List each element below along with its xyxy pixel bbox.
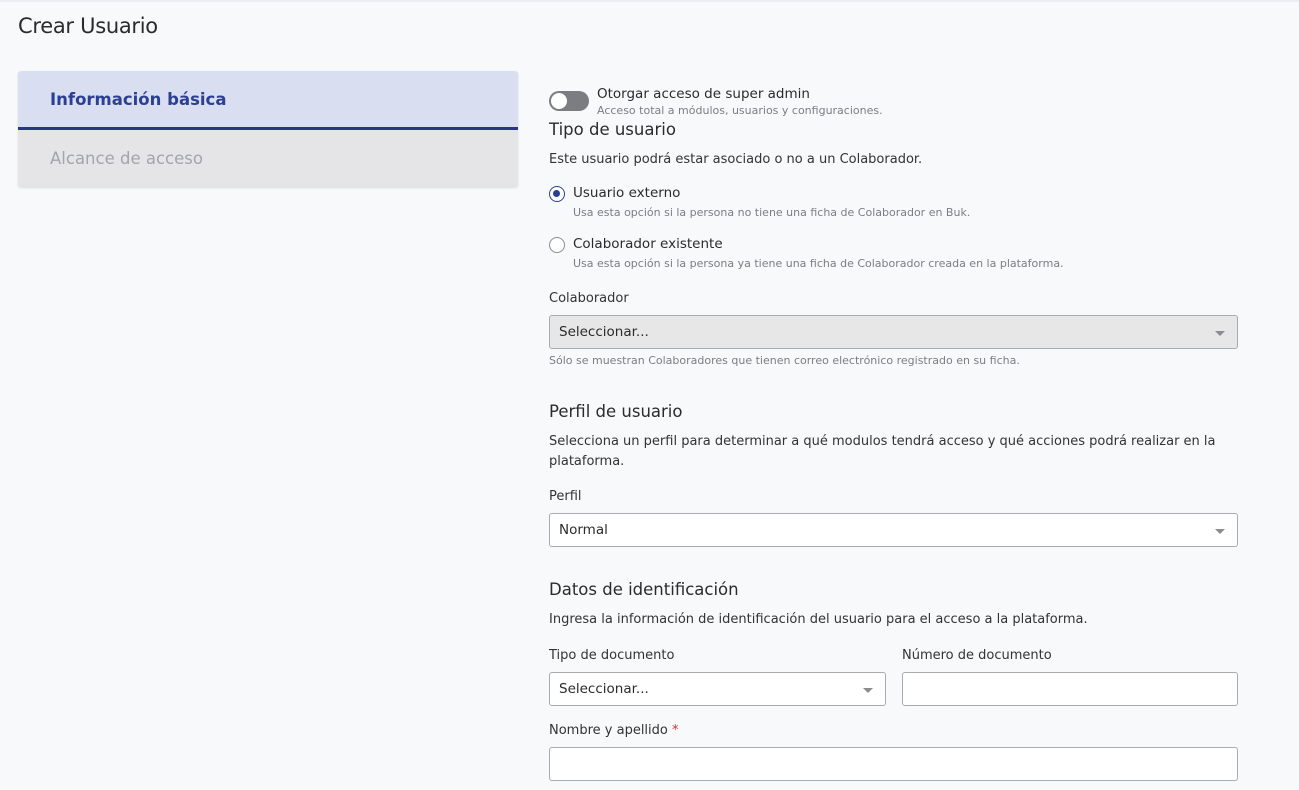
chevron-down-icon (863, 688, 873, 693)
collaborator-select-value: Seleccionar... (559, 324, 649, 340)
collaborator-label: Colaborador (549, 291, 629, 306)
profile-description-line1: Selecciona un perfil para determinar a q… (549, 434, 1216, 449)
doc-type-select-value: Seleccionar... (559, 681, 649, 697)
identification-description: Ingresa la información de identificación… (549, 612, 1088, 627)
required-mark: * (672, 723, 679, 738)
super-admin-toggle[interactable] (549, 91, 589, 111)
tab-label: Información básica (50, 89, 227, 109)
super-admin-help: Acceso total a módulos, usuarios y confi… (597, 104, 883, 117)
top-divider (0, 0, 1299, 2)
name-label-text: Nombre y apellido (549, 723, 668, 738)
collaborator-select[interactable]: Seleccionar... (549, 315, 1238, 349)
profile-title: Perfil de usuario (549, 402, 683, 421)
collaborator-help: Sólo se muestran Colaboradores que tiene… (549, 354, 1020, 367)
radio-help-usuario-externo: Usa esta opción si la persona no tiene u… (573, 206, 971, 219)
user-type-description: Este usuario podrá estar asociado o no a… (549, 152, 923, 167)
user-type-title: Tipo de usuario (549, 120, 676, 139)
profile-field-label: Perfil (549, 489, 582, 504)
chevron-down-icon (1215, 529, 1225, 534)
super-admin-label: Otorgar acceso de super admin (597, 86, 810, 102)
radio-colaborador-existente[interactable] (549, 237, 565, 253)
tab-alcance-de-acceso[interactable]: Alcance de acceso (18, 130, 518, 187)
tab-informacion-basica[interactable]: Información básica (18, 71, 518, 130)
section-tabs: Información básica Alcance de acceso (18, 71, 518, 187)
page-title: Crear Usuario (18, 14, 158, 38)
doc-type-label: Tipo de documento (549, 648, 675, 663)
full-name-input[interactable] (549, 747, 1238, 781)
profile-select[interactable]: Normal (549, 513, 1238, 547)
profile-description-line2: plataforma. (549, 454, 625, 469)
radio-label-usuario-externo[interactable]: Usuario externo (573, 185, 680, 201)
radio-label-colaborador-existente[interactable]: Colaborador existente (573, 236, 723, 252)
radio-help-colaborador-existente: Usa esta opción si la persona ya tiene u… (573, 257, 1064, 270)
identification-title: Datos de identificación (549, 580, 739, 599)
name-label: Nombre y apellido * (549, 723, 679, 738)
radio-usuario-externo[interactable] (549, 186, 565, 202)
tab-label: Alcance de acceso (50, 149, 203, 168)
radio-dot (553, 190, 560, 197)
doc-number-input[interactable] (902, 672, 1238, 706)
toggle-knob (551, 93, 567, 109)
profile-select-value: Normal (559, 522, 608, 538)
doc-type-select[interactable]: Seleccionar... (549, 672, 886, 706)
doc-number-label: Número de documento (902, 648, 1052, 663)
chevron-down-icon (1215, 331, 1225, 336)
